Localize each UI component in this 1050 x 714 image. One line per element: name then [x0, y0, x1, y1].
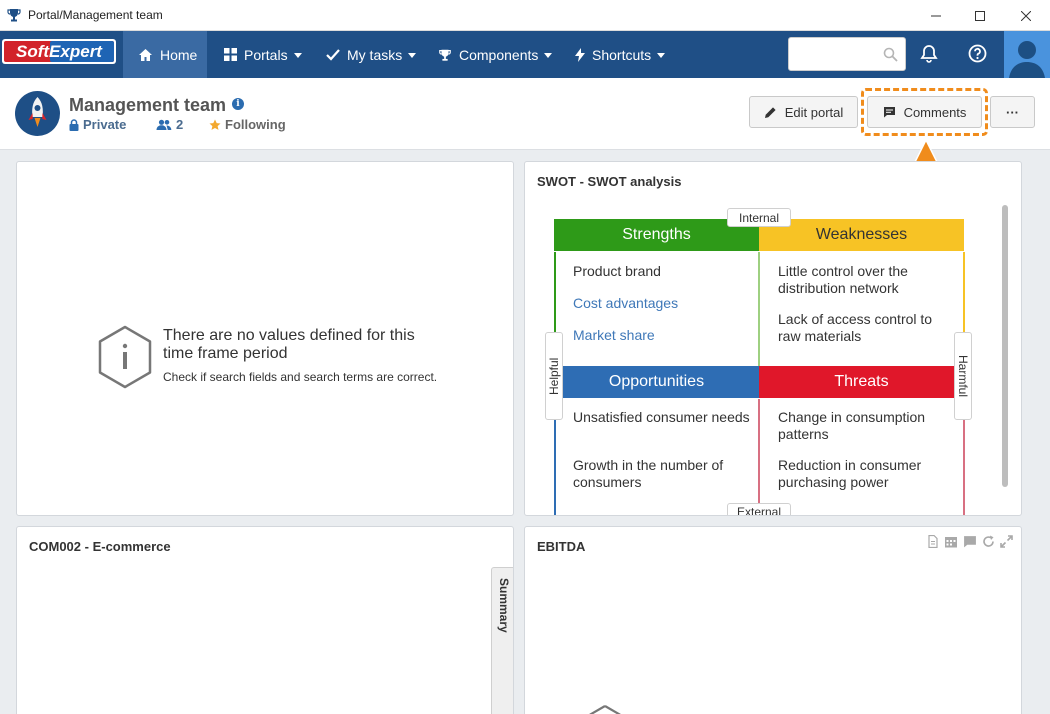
nav-components-label: Components	[459, 46, 539, 63]
hexagon-info-icon	[98, 325, 152, 389]
close-icon	[1021, 10, 1031, 21]
pencil-icon	[764, 106, 776, 118]
members-label: 2	[176, 117, 184, 132]
expand-icon[interactable]	[1000, 535, 1013, 548]
privacy-label: Private	[83, 117, 127, 132]
swot-weaknesses: Weaknesses Little control over the distr…	[759, 219, 964, 366]
summary-tab[interactable]: Summary	[491, 567, 513, 714]
swot-item: Growth in the number of consumers	[573, 457, 724, 490]
following-toggle[interactable]: Following	[209, 117, 286, 132]
rocket-icon	[28, 97, 47, 127]
lock-icon	[69, 118, 79, 131]
bell-icon[interactable]	[920, 44, 938, 63]
swot-axis-harmful: Harmful	[954, 332, 972, 420]
swot-item: Product brand	[573, 263, 661, 279]
chevron-down-icon	[293, 53, 302, 58]
logo-text: SoftExpert	[16, 42, 103, 61]
threats-header: Threats	[759, 366, 964, 398]
summary-tab-label: Summary	[497, 578, 511, 633]
privacy-status: Private	[69, 117, 126, 132]
softexpert-logo[interactable]: SoftExpert	[2, 39, 116, 64]
lightning-icon	[575, 47, 585, 62]
chevron-down-icon	[657, 53, 666, 58]
window-title: Portal/Management team	[28, 8, 163, 22]
chevron-down-icon	[544, 53, 553, 58]
swot-item: Little control over the distribution net…	[778, 263, 908, 296]
nav-home-label: Home	[160, 46, 198, 63]
minimize-icon	[931, 15, 941, 16]
swot-axis-helpful: Helpful	[545, 332, 563, 420]
nav-portals[interactable]: Portals	[224, 31, 302, 78]
nav-portals-label: Portals	[244, 46, 288, 63]
star-icon	[209, 119, 221, 130]
info-icon[interactable]: i	[232, 98, 244, 110]
comments-highlight	[861, 88, 988, 136]
portal-avatar	[15, 91, 60, 136]
maximize-button[interactable]	[957, 0, 1003, 31]
close-window-button[interactable]	[1003, 0, 1049, 31]
calendar-icon[interactable]	[944, 535, 958, 548]
nav-my-tasks-label: My tasks	[347, 46, 403, 63]
swot-axis-external: External	[727, 503, 791, 515]
swot-axis-internal: Internal	[727, 208, 791, 227]
swot-strengths: Strengths Product brand Cost advantages …	[554, 219, 759, 366]
ecommerce-panel-title: COM002 - E-commerce	[29, 539, 171, 554]
help-icon[interactable]	[968, 44, 987, 63]
following-label: Following	[225, 117, 286, 132]
user-avatar[interactable]	[1004, 31, 1050, 78]
home-icon	[139, 48, 152, 61]
swot-item: Change in consumption patterns	[778, 409, 926, 442]
swot-panel: SWOT - SWOT analysis Strengths Product b…	[524, 161, 1022, 516]
search-input[interactable]	[789, 38, 877, 70]
ebitda-toolbar	[927, 535, 1013, 548]
document-icon[interactable]	[927, 535, 939, 548]
portals-icon	[224, 48, 237, 61]
nav-components[interactable]: Components	[438, 31, 553, 78]
ebitda-panel: EBITDA	[524, 526, 1022, 714]
edit-portal-button[interactable]: Edit portal	[749, 96, 858, 128]
search-icon[interactable]	[883, 47, 898, 62]
more-options-button[interactable]: ···	[990, 96, 1035, 128]
swot-item-link[interactable]: Cost advantages	[573, 295, 678, 312]
page-title: Management team	[69, 95, 227, 115]
trophy-icon	[7, 9, 21, 22]
nav-my-tasks[interactable]: My tasks	[326, 31, 417, 78]
swot-item: Unsatisfied consumer needs	[573, 409, 750, 425]
swot-opportunities: Opportunities Unsatisfied consumer needs…	[554, 366, 759, 515]
swot-scrollbar[interactable]	[1002, 205, 1008, 487]
ebitda-panel-title: EBITDA	[537, 539, 586, 554]
user-avatar-icon	[1004, 31, 1050, 78]
nav-shortcuts-label: Shortcuts	[592, 46, 652, 63]
users-icon	[156, 119, 172, 130]
more-icon: ···	[1006, 104, 1019, 120]
swot-item: Lack of access control to raw materials	[778, 311, 933, 344]
nav-home[interactable]: Home	[123, 31, 207, 78]
hexagon-info-icon	[589, 705, 621, 714]
swot-panel-title: SWOT - SWOT analysis	[537, 174, 682, 189]
comment-icon[interactable]	[963, 535, 977, 548]
swot-threats: Threats Change in consumption patterns R…	[759, 366, 964, 515]
swot-item-link[interactable]: Market share	[573, 327, 655, 344]
maximize-icon	[975, 10, 985, 21]
opportunities-header: Opportunities	[554, 366, 759, 398]
empty-values-panel: There are no values defined for this tim…	[16, 161, 514, 516]
refresh-icon[interactable]	[982, 535, 995, 548]
check-icon	[326, 48, 340, 61]
members-count[interactable]: 2	[156, 117, 183, 132]
search-box	[788, 37, 906, 71]
swot-item: Reduction in consumer purchasing power	[778, 457, 922, 490]
window-titlebar: Portal/Management team	[0, 0, 1050, 31]
edit-portal-label: Edit portal	[784, 104, 844, 120]
trophy-icon	[439, 49, 451, 61]
ecommerce-panel: COM002 - E-commerce Summary	[16, 526, 514, 714]
minimize-button[interactable]	[913, 0, 959, 31]
empty-state-title: There are no values defined for this tim…	[163, 327, 415, 362]
chevron-down-icon	[408, 53, 417, 58]
main-navbar: SoftExpert Home Portals My tasks Compone…	[0, 31, 1050, 78]
nav-shortcuts[interactable]: Shortcuts	[575, 31, 666, 78]
empty-state-subtitle: Check if search fields and search terms …	[163, 370, 438, 384]
